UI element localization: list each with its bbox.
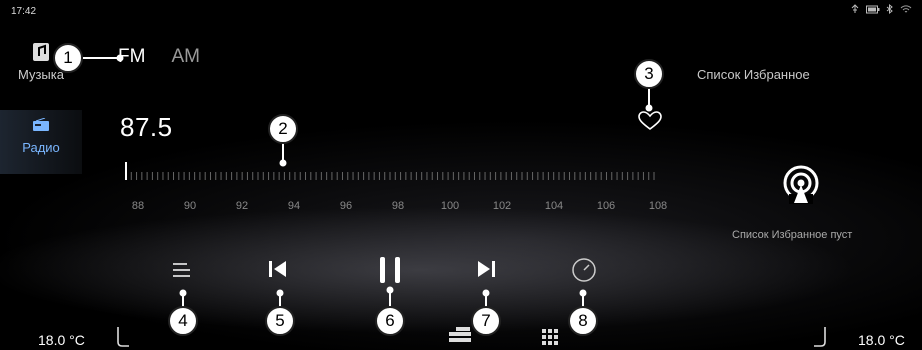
callout-4: 4	[168, 306, 198, 336]
callout-connectors	[83, 54, 653, 307]
radio-screen: 17:42 Музыка Радио FM AM 87.5 88 90 92 94 96…	[0, 0, 922, 350]
callout-7: 7	[471, 306, 501, 336]
callout-8: 8	[568, 306, 598, 336]
callout-3: 3	[634, 59, 664, 89]
callout-5: 5	[265, 306, 295, 336]
callout-6: 6	[375, 306, 405, 336]
callout-2: 2	[268, 114, 298, 144]
callout-1: 1	[53, 43, 83, 73]
